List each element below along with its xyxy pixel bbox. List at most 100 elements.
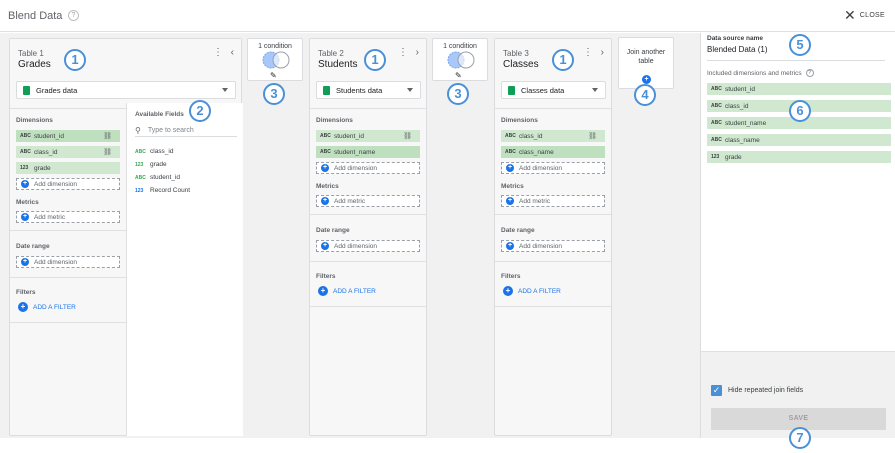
hide-repeated-checkbox-row[interactable]: ✓ Hide repeated join fields: [711, 385, 803, 396]
more-menu-icon[interactable]: ⋮: [583, 47, 593, 58]
included-label-text: Included dimensions and metrics: [707, 69, 802, 77]
field-search-input[interactable]: ⚲ Type to search: [135, 124, 237, 137]
edit-icon[interactable]: ✎: [270, 71, 277, 80]
collapse-arrow-icon[interactable]: ‹: [231, 47, 234, 58]
available-field[interactable]: ABC class_id: [135, 148, 173, 155]
add-metric-button[interactable]: + Add metric: [501, 195, 605, 207]
join-condition-1[interactable]: 1 condition ✎: [247, 38, 303, 81]
dimension-chip[interactable]: ABC student_id ⛓: [16, 130, 120, 142]
add-dimension-label: Add dimension: [34, 180, 77, 188]
add-metric-button[interactable]: + Add metric: [316, 195, 420, 207]
join-condition-label: 1 condition: [258, 43, 292, 50]
text-type-icon: ABC: [505, 133, 516, 139]
text-type-icon: ABC: [20, 133, 31, 139]
link-icon: ⛓: [103, 149, 112, 156]
link-icon: ⛓: [103, 133, 112, 140]
expand-arrow-icon[interactable]: ›: [416, 47, 419, 58]
hide-repeated-label: Hide repeated join fields: [728, 387, 804, 394]
add-dimension-button[interactable]: + Add dimension: [16, 178, 120, 190]
dimension-chip[interactable]: ABC student_name: [316, 146, 420, 158]
number-type-icon: 123: [20, 165, 29, 171]
table-name[interactable]: Grades: [18, 59, 51, 70]
add-date-range-label: Add dimension: [334, 242, 377, 250]
plus-icon: +: [318, 286, 328, 296]
plus-icon: +: [21, 180, 29, 188]
plus-icon: +: [506, 164, 514, 172]
text-type-icon: ABC: [711, 137, 722, 143]
add-filter-button[interactable]: + ADD A FILTER: [18, 302, 76, 312]
datasource-label: Students data: [336, 85, 383, 95]
datasource-name-input[interactable]: Blended Data (1): [707, 45, 767, 54]
more-menu-icon[interactable]: ⋮: [213, 47, 223, 58]
add-filter-button[interactable]: + ADD A FILTER: [318, 286, 376, 296]
input-underline: [707, 60, 885, 61]
annotation-badge: 1: [64, 49, 86, 71]
expand-arrow-icon[interactable]: ›: [601, 47, 604, 58]
annotation-badge: 1: [552, 49, 574, 71]
included-field-label: student_name: [725, 119, 767, 127]
add-dimension-label: Add dimension: [334, 164, 377, 172]
annotation-badge: 3: [447, 83, 469, 105]
available-field[interactable]: ABC student_id: [135, 174, 180, 181]
section-divider: [10, 322, 126, 323]
metrics-title: Metrics: [501, 183, 524, 190]
text-type-icon: ABC: [711, 86, 722, 92]
table-header: Table 2 Students ⋮ › Students data: [310, 39, 426, 109]
text-type-icon: ABC: [135, 174, 146, 181]
available-fields-title: Available Fields: [135, 111, 184, 118]
more-menu-icon[interactable]: ⋮: [398, 47, 408, 58]
datasource-select[interactable]: Grades data: [16, 81, 236, 99]
datasource-select[interactable]: Students data: [316, 81, 421, 99]
available-field[interactable]: 123 Record Count: [135, 187, 190, 194]
included-field-chip[interactable]: 123 grade: [707, 151, 891, 163]
included-field-chip[interactable]: ABC class_name: [707, 134, 891, 146]
add-date-range-button[interactable]: + Add dimension: [316, 240, 420, 252]
close-button[interactable]: ✕ CLOSE: [844, 8, 885, 22]
plus-icon: +: [21, 213, 29, 221]
annotation-badge: 7: [789, 427, 811, 449]
dimension-label: student_id: [334, 132, 364, 140]
datasource-select[interactable]: Classes data: [501, 81, 606, 99]
section-divider: [310, 306, 426, 307]
section-divider: [495, 214, 611, 215]
dimension-chip[interactable]: 123 grade: [16, 162, 120, 174]
text-type-icon: ABC: [711, 120, 722, 126]
settings-top: Data source name Blended Data (1) Includ…: [701, 33, 895, 351]
add-dimension-button[interactable]: + Add dimension: [316, 162, 420, 174]
add-metric-label: Add metric: [519, 197, 551, 205]
add-date-range-button[interactable]: + Add dimension: [501, 240, 605, 252]
date-range-title: Date range: [501, 227, 535, 234]
edit-icon[interactable]: ✎: [455, 71, 462, 80]
annotation-badge: 6: [789, 100, 811, 122]
close-label: CLOSE: [859, 11, 885, 19]
dimensions-title: Dimensions: [501, 117, 538, 124]
add-filter-button[interactable]: + ADD A FILTER: [503, 286, 561, 296]
help-icon[interactable]: ?: [805, 69, 814, 77]
section-divider: [310, 214, 426, 215]
add-dimension-button[interactable]: + Add dimension: [501, 162, 605, 174]
add-date-range-button[interactable]: + Add dimension: [16, 256, 120, 268]
table-name[interactable]: Classes: [503, 59, 539, 70]
available-field[interactable]: 123 grade: [135, 161, 167, 168]
plus-icon: +: [506, 242, 514, 250]
dimension-chip[interactable]: ABC student_id ⛓: [316, 130, 420, 142]
join-another-table-button[interactable]: Join another table +: [618, 37, 674, 89]
annotation-badge: 1: [364, 49, 386, 71]
help-icon[interactable]: ?: [68, 10, 79, 21]
filters-title: Filters: [316, 273, 336, 280]
dimension-chip[interactable]: ABC class_id ⛓: [16, 146, 120, 158]
text-type-icon: ABC: [20, 149, 31, 155]
search-icon: ⚲: [135, 125, 141, 135]
join-condition-2[interactable]: 1 condition ✎: [432, 38, 488, 81]
add-metric-button[interactable]: + Add metric: [16, 211, 120, 223]
table-number: Table 3: [503, 49, 529, 58]
blend-settings-panel: Data source name Blended Data (1) Includ…: [700, 33, 895, 438]
dimension-chip[interactable]: ABC class_name: [501, 146, 605, 158]
text-type-icon: ABC: [505, 149, 516, 155]
included-field-chip[interactable]: ABC student_id: [707, 83, 891, 95]
dimension-chip[interactable]: ABC class_id ⛓: [501, 130, 605, 142]
included-fields-label: Included dimensions and metrics ?: [707, 69, 814, 77]
table-name[interactable]: Students: [318, 59, 357, 70]
checkbox-checked-icon[interactable]: ✓: [711, 385, 722, 396]
metrics-title: Metrics: [316, 183, 339, 190]
